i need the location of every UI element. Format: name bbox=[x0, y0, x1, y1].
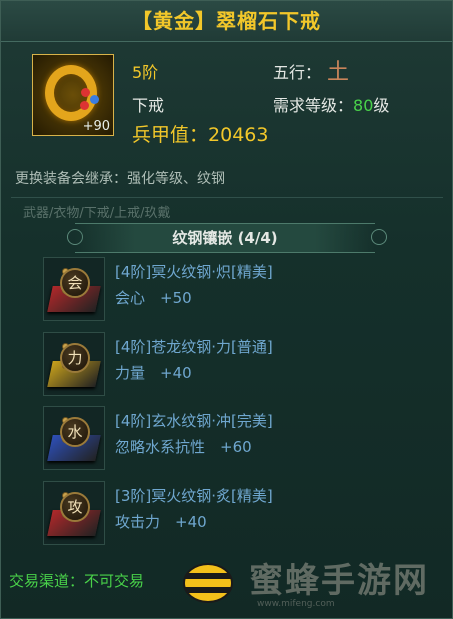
gem-badge: 力 bbox=[60, 343, 90, 373]
gem-badge: 水 bbox=[60, 417, 90, 447]
item-tier: 5阶 bbox=[132, 63, 159, 82]
gem-dots bbox=[62, 484, 88, 518]
watermark-url: www.mifeng.com bbox=[257, 599, 335, 609]
gem-strength-icon[interactable]: 力 bbox=[43, 332, 105, 396]
watermark: 蜜蜂手游网 www.mifeng.com bbox=[177, 549, 447, 613]
bee-body bbox=[183, 563, 233, 603]
watermark-text: 蜜蜂手游网 bbox=[249, 561, 429, 601]
gem-water-icon[interactable]: 水 bbox=[43, 406, 105, 470]
gem-row[interactable]: 会 [4阶]冥火纹钢·炽[精美] 会心 +50 bbox=[43, 257, 423, 325]
required-level-value: 80 bbox=[353, 96, 374, 115]
gem-row[interactable]: 水 [4阶]玄水纹钢·冲[完美] 忽略水系抗性 +60 bbox=[43, 406, 423, 474]
gem-row[interactable]: 攻 [3阶]冥火纹钢·炙[精美] 攻击力 +40 bbox=[43, 481, 423, 549]
section-title: 纹钢镶嵌 (4/4) bbox=[75, 223, 375, 253]
armor-value-label: 兵甲值： bbox=[132, 124, 209, 146]
enhance-level: +90 bbox=[82, 119, 110, 134]
section-cap-right bbox=[371, 229, 387, 245]
gem-stat: 会心 +50 bbox=[115, 289, 192, 307]
ring-gem-blue bbox=[90, 95, 99, 104]
gem-name: [4阶]玄水纹钢·冲[完美] bbox=[115, 412, 273, 430]
required-level-label: 需求等级： bbox=[273, 96, 354, 115]
gem-badge: 会 bbox=[60, 268, 90, 298]
ring-gem-red bbox=[81, 88, 90, 97]
item-slot: 下戒 bbox=[132, 96, 165, 115]
required-level: 需求等级：80级 bbox=[273, 92, 389, 116]
gem-stat: 力量 +40 bbox=[115, 364, 192, 382]
wuxing-earth-icon: 土 bbox=[327, 60, 350, 85]
armor-value-number: 20463 bbox=[208, 124, 269, 146]
divider bbox=[11, 197, 443, 198]
item-icon[interactable]: +90 bbox=[32, 54, 114, 136]
item-tooltip-panel: 【黄金】翠榴石下戒 +90 5阶 五行： 土 下戒 需求等级：80级 兵甲值：2… bbox=[0, 0, 453, 619]
trade-channel: 交易渠道：不可交易 bbox=[9, 572, 145, 590]
inherit-note: 更换装备会继承：强化等级、纹钢 bbox=[15, 171, 225, 187]
wuxing-label: 五行： bbox=[273, 63, 322, 82]
gem-stat: 攻击力 +40 bbox=[115, 513, 207, 531]
set-parts-text: 武器/衣物/下戒/上戒/玖戴 bbox=[23, 206, 171, 218]
gem-name: [3阶]冥火纹钢·炙[精美] bbox=[115, 487, 273, 505]
gem-dots bbox=[62, 335, 88, 369]
gem-name: [4阶]冥火纹钢·炽[精美] bbox=[115, 263, 273, 281]
ring-gem-red-2 bbox=[80, 101, 89, 110]
item-title: 【黄金】翠榴石下戒 bbox=[1, 1, 452, 42]
gem-name: [4阶]苍龙纹钢·力[普通] bbox=[115, 338, 273, 356]
gem-dots bbox=[62, 409, 88, 443]
gem-attack-icon[interactable]: 攻 bbox=[43, 481, 105, 545]
gem-row[interactable]: 力 [4阶]苍龙纹钢·力[普通] 力量 +40 bbox=[43, 332, 423, 400]
gem-stat: 忽略水系抗性 +60 bbox=[115, 438, 252, 456]
bee-logo-icon bbox=[177, 559, 239, 607]
gem-badge: 攻 bbox=[60, 492, 90, 522]
required-level-unit: 级 bbox=[373, 96, 390, 115]
armor-value: 兵甲值：20463 bbox=[132, 120, 268, 147]
gem-dots bbox=[62, 260, 88, 294]
gem-crit-icon[interactable]: 会 bbox=[43, 257, 105, 321]
